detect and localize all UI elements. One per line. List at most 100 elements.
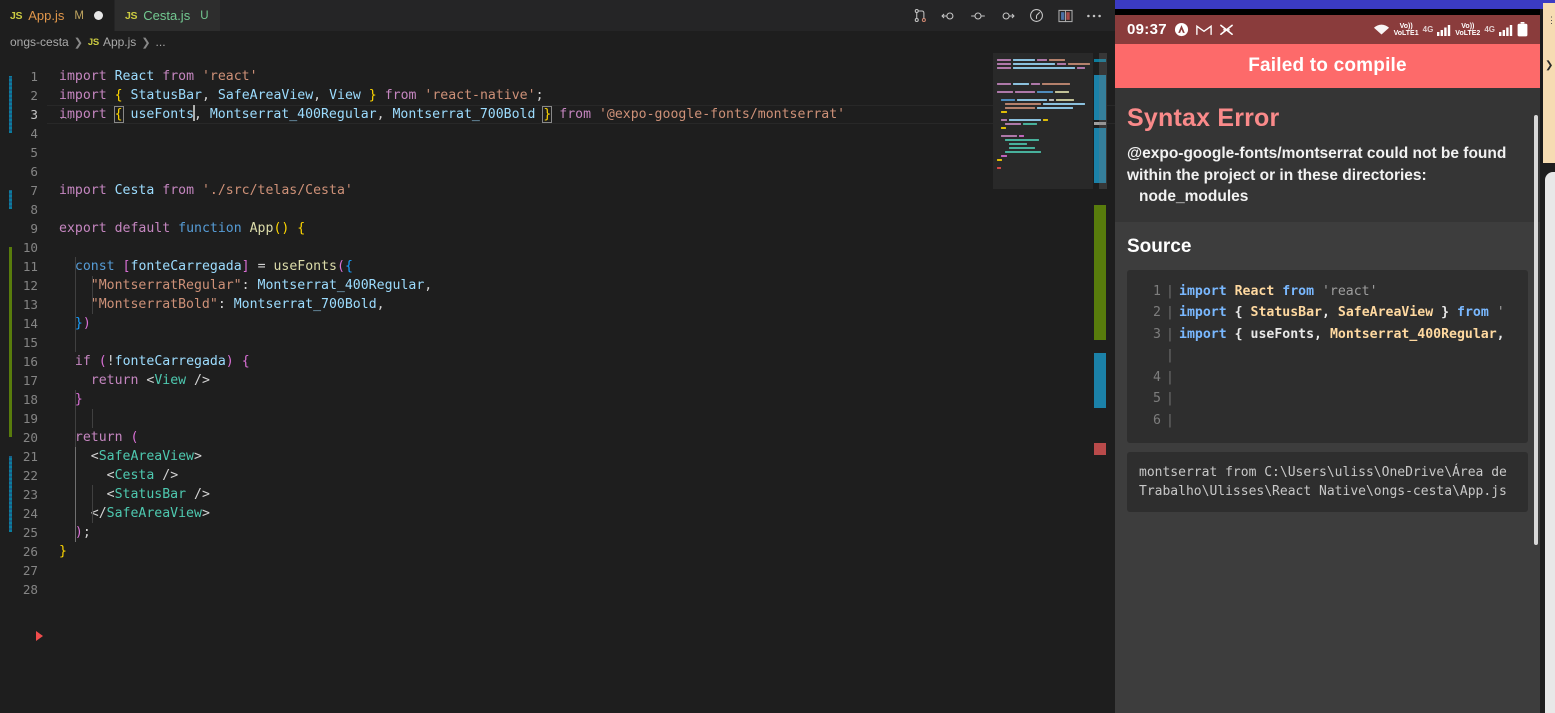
ruler-mark-error [1094,443,1106,455]
js-icon: JS [10,9,23,22]
source-line-number: 6 [1153,412,1161,428]
code-line: 7 import Cesta from './src/telas/Cesta' [0,181,1115,200]
line-number: 27 [22,563,38,578]
debug-step-into-icon[interactable] [997,6,1017,26]
source-line-divider: | [1166,326,1174,342]
debug-step-over-icon[interactable] [968,6,988,26]
indent-guide [92,276,93,314]
code-line: 24 </SafeAreaView> [0,504,1115,523]
wifi-icon [1373,23,1390,36]
code-line: 13 "MontserratBold": Montserrat_700Bold, [0,295,1115,314]
source-line: 4 | [1127,367,1528,389]
code-line: 8 [0,200,1115,219]
code-line: 27 [0,561,1115,580]
vertical-dots-menu-icon[interactable]: ⋮ [1547,16,1555,25]
line-number: 19 [22,411,38,426]
window-top-accent [1115,0,1540,9]
line-content: import { StatusBar, SafeAreaView, View }… [59,88,544,103]
minimap-slider[interactable] [993,53,1093,189]
code-line: 21 <SafeAreaView> [0,447,1115,466]
tab-label: App.js [28,8,65,23]
network-type-2: 4G [1484,25,1495,34]
line-content: "MontserratRegular": Montserrat_400Regul… [90,278,433,293]
editor-scrollbar-thumb[interactable] [1099,53,1107,189]
ruler-mark-modified [1094,353,1106,408]
tab-app-js[interactable]: JS App.js M [0,0,115,31]
line-content: return <View /> [90,373,210,388]
code-line: 11 const [fonteCarregada] = useFonts({ [0,257,1115,276]
code-line: 18 } [0,390,1115,409]
line-number: 1 [30,69,38,84]
battery-icon [1517,22,1528,37]
chevron-right-icon: ❯ [141,36,151,49]
source-line-code: import { useFonts, Montserrat_400Regular… [1179,326,1505,342]
code-line: 2 import { StatusBar, SafeAreaView, View… [0,86,1115,105]
code-line: 22 <Cesta /> [0,466,1115,485]
source-section: Source 1 | import React from 'react' 2 |… [1115,221,1540,522]
code-line: 17 return <View /> [0,371,1115,390]
tab-bar-spacer [220,0,910,31]
source-line-number [1139,345,1161,367]
volte-2-label: Vo)) VoLTE2 [1455,22,1481,37]
source-line: 6 | [1127,410,1528,432]
overview-ruler[interactable] [1093,53,1107,713]
split-editor-icon[interactable] [1055,6,1075,26]
breadcrumb: ongs-cesta ❯ JS App.js ❯ ... [0,31,1115,53]
phone-status-bar: 09:37 Vo)) VoLTE1 4G Vo)) VoLTE2 4G [1115,15,1540,44]
debug-start-icon[interactable] [1026,6,1046,26]
editor-actions [910,0,1115,31]
code-line: 6 [0,162,1115,181]
breadcrumb-item-symbol[interactable]: ... [156,35,166,49]
tab-dirty-indicator[interactable] [93,11,103,20]
code-line: 28 [0,580,1115,599]
signal-sim1-icon [1437,24,1451,36]
breadcrumb-item-project[interactable]: ongs-cesta [10,35,69,49]
line-content: </SafeAreaView> [90,506,210,521]
more-actions-icon[interactable] [1084,6,1104,26]
error-heading: Syntax Error [1127,104,1280,132]
phone-scrollbar[interactable] [1534,115,1538,545]
ruler-mark-added [1094,205,1106,340]
shield-icon [1174,22,1189,37]
source-line-divider: | [1166,283,1174,299]
line-number: 10 [22,240,38,255]
signal-sim2-icon [1499,24,1513,36]
indent-guide [75,390,76,447]
line-number: 18 [22,392,38,407]
debug-step-back-icon[interactable] [939,6,959,26]
run-and-debug-icon[interactable] [910,6,930,26]
source-line-divider: | [1166,348,1174,363]
error-message-line-1: @expo-google-fonts/montserrat could not … [1127,145,1507,162]
code-editor[interactable]: ... 1 import React from 'react' 2 import… [0,53,1115,713]
source-line-code: import React from 'react' [1179,283,1378,299]
clock: 09:37 [1127,21,1167,38]
source-line-number: 5 [1153,391,1161,406]
code-lines: 1 import React from 'react' 2 import { S… [0,67,1115,713]
source-line-number: 3 [1153,326,1161,342]
volte-1-label: Vo)) VoLTE1 [1393,22,1419,37]
android-emulator-panel: 09:37 Vo)) VoLTE1 4G Vo)) VoLTE2 4G Fail… [1115,0,1540,713]
code-line: 4 [0,124,1115,143]
banner-title: Failed to compile [1248,55,1407,76]
line-number: 20 [22,430,38,445]
line-number: 9 [30,221,38,236]
vscode-window: JS App.js M JS Cesta.js U ongs-cesta ❯ J… [0,0,1115,713]
gmail-icon [1196,24,1212,36]
expand-arrow-icon[interactable]: ❯ [1545,60,1553,71]
chevron-right-icon: ❯ [73,36,83,49]
network-type-1: 4G [1422,25,1434,34]
editor-minimap[interactable] [993,53,1093,713]
line-number: 3 [30,107,38,122]
source-line-number: 4 [1153,369,1161,385]
line-content: import React from 'react' [59,69,258,84]
background-window-sliver[interactable]: ⋮ ❯ [1540,0,1555,713]
breadcrumb-item-file[interactable]: JS App.js [88,35,136,49]
indent-guide [92,485,93,523]
line-number: 4 [30,126,38,141]
line-number: 25 [22,525,38,540]
js-icon: JS [87,36,99,48]
line-number: 5 [30,145,38,160]
tab-git-status: U [200,9,209,22]
tab-cesta-js[interactable]: JS Cesta.js U [114,0,221,31]
source-heading: Source [1127,235,1192,257]
